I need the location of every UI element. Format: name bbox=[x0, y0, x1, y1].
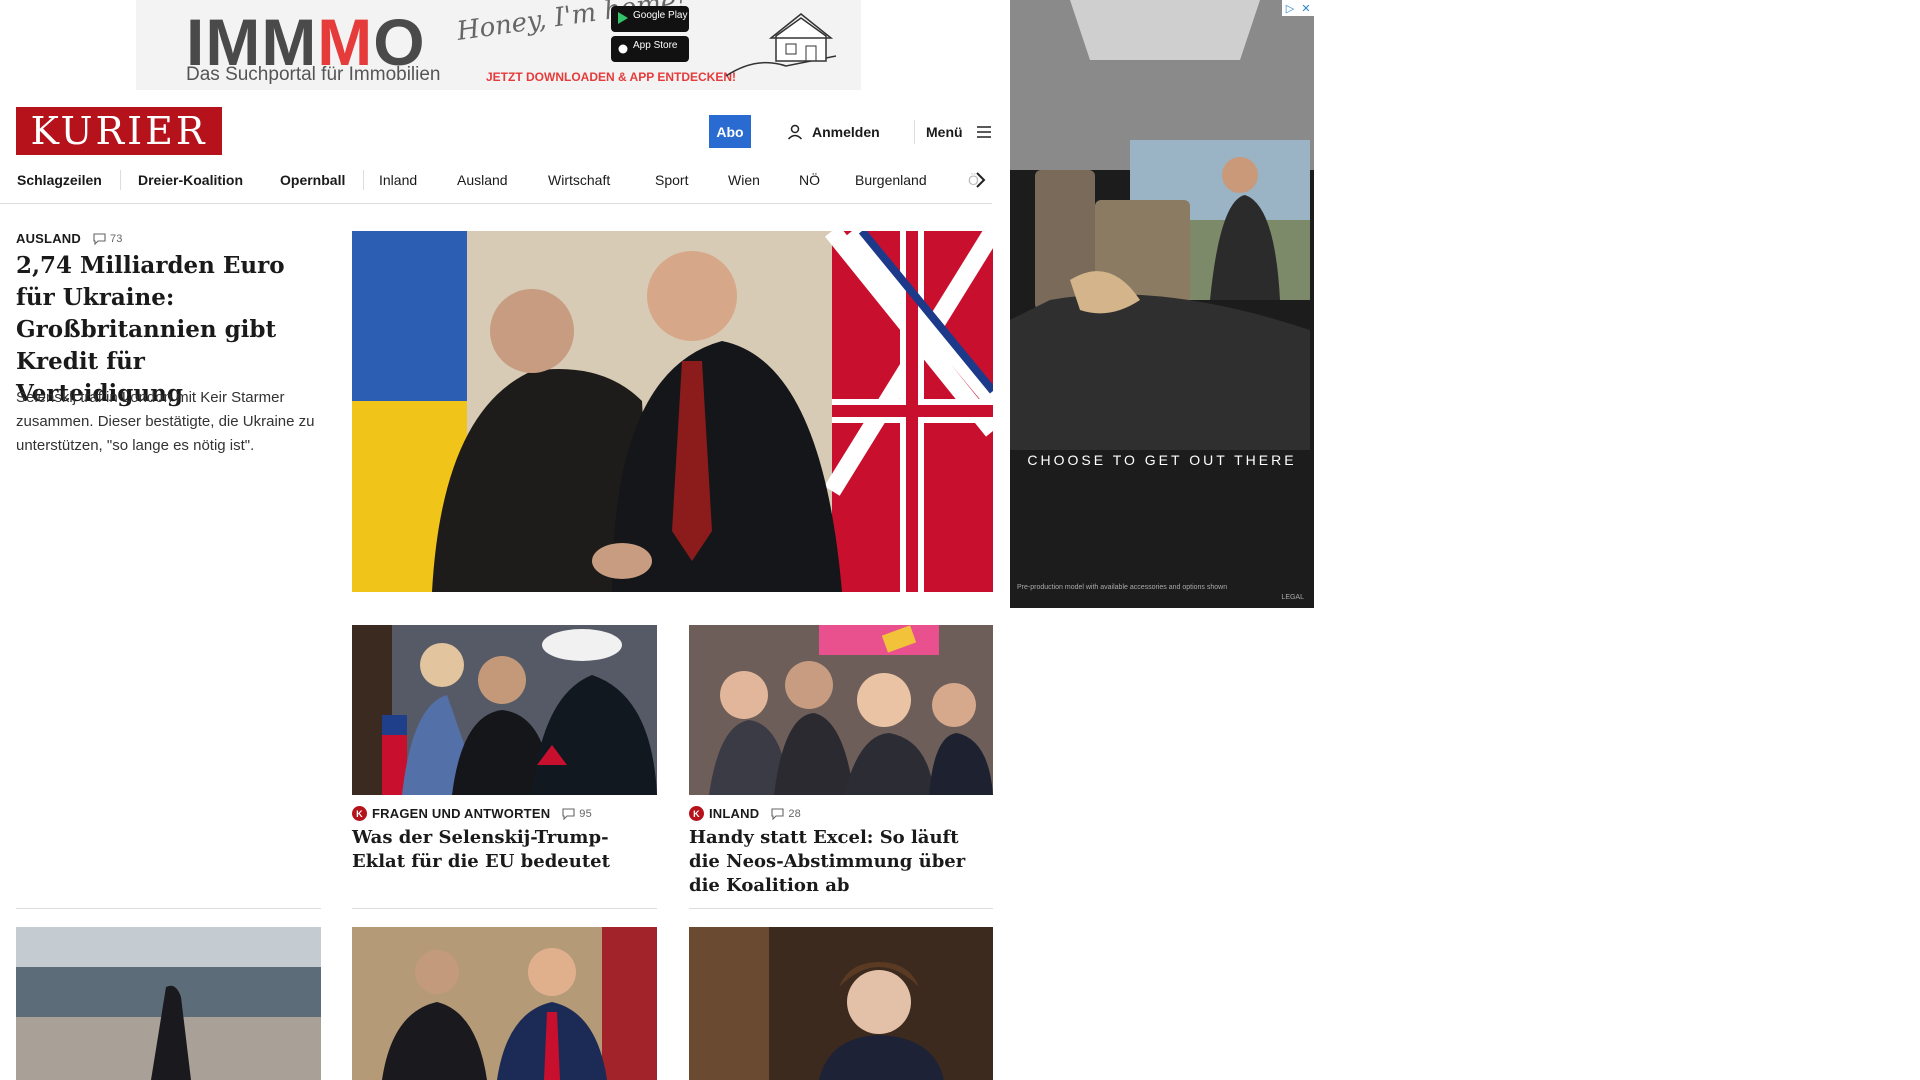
lead-comment-count[interactable]: 73 bbox=[93, 233, 123, 245]
nav-item-dreier-koalition[interactable]: Dreier-Koalition bbox=[138, 172, 243, 188]
ad-legal-link[interactable]: LEGAL bbox=[1281, 594, 1304, 601]
header-divider bbox=[914, 120, 915, 144]
ad-claim: CHOOSE TO GET OUT THERE bbox=[1027, 452, 1297, 468]
lead-hero-image[interactable] bbox=[352, 231, 993, 592]
row-divider bbox=[689, 908, 993, 909]
google-play-badge[interactable]: Google Play bbox=[611, 6, 689, 32]
menu-button[interactable]: Menü bbox=[926, 121, 993, 143]
chevron-right-icon[interactable] bbox=[972, 169, 990, 191]
ad-tagline: Das Suchportal für Immobilien bbox=[186, 64, 441, 85]
card2-comment-count[interactable]: 28 bbox=[771, 808, 801, 820]
card2-headline[interactable]: Handy statt Excel: So läuft die Neos-Abs… bbox=[689, 826, 989, 898]
comment-icon bbox=[93, 232, 106, 245]
ad-choices[interactable]: ▷ ✕ bbox=[1282, 0, 1314, 16]
nav-item-ausland[interactable]: Ausland bbox=[457, 172, 508, 188]
card-image-camp[interactable] bbox=[16, 927, 321, 1080]
nav-item-wien[interactable]: Wien bbox=[728, 172, 760, 188]
apple-icon bbox=[618, 44, 628, 54]
nav-divider bbox=[120, 170, 121, 190]
nav-item-noe[interactable]: NÖ bbox=[799, 172, 820, 188]
house-hand-illustration bbox=[725, 13, 837, 77]
ad-fine-print: Pre-production model with available acce… bbox=[1017, 584, 1228, 591]
card-image-neos-selfie[interactable] bbox=[689, 625, 993, 795]
card1-headline[interactable]: Was der Selenskij-Trump-Eklat für die EU… bbox=[352, 826, 652, 874]
nav-item-schlagzeilen[interactable]: Schlagzeilen bbox=[17, 172, 102, 188]
card1-kicker[interactable]: K FRAGEN UND ANTWORTEN 95 bbox=[352, 806, 592, 821]
hamburger-icon bbox=[976, 126, 991, 138]
card2-kicker[interactable]: K INLAND 28 bbox=[689, 806, 801, 821]
top-ad-banner[interactable]: IMMMO Das Suchportal für Immobilien Hone… bbox=[136, 0, 861, 90]
card-image-trump-selenskij[interactable] bbox=[352, 927, 657, 1080]
lead-section-label: AUSLAND bbox=[16, 231, 81, 246]
comment-icon bbox=[562, 807, 575, 820]
card2-section-label: INLAND bbox=[709, 806, 760, 821]
app-store-badge[interactable]: App Store bbox=[611, 36, 689, 62]
ad-cta: JETZT DOWNLOADEN & APP ENTDECKEN! bbox=[486, 70, 737, 84]
card1-section-label: FRAGEN UND ANTWORTEN bbox=[372, 806, 551, 821]
card-image-selenskij-marine[interactable] bbox=[352, 625, 657, 795]
row-divider bbox=[352, 908, 657, 909]
login-label: Anmelden bbox=[812, 124, 880, 140]
side-ad-banner[interactable]: ▷ ✕ CHOOSE TO GET OUT THERE Pre-producti… bbox=[1010, 0, 1314, 608]
card-image-portrait[interactable] bbox=[689, 927, 993, 1080]
row-divider bbox=[16, 908, 321, 909]
login-button[interactable]: Anmelden bbox=[786, 121, 880, 143]
lead-kicker[interactable]: AUSLAND 73 bbox=[16, 231, 123, 246]
lead-teaser[interactable]: Selenskij traf in London mit Keir Starme… bbox=[16, 386, 326, 458]
kurier-badge-icon: K bbox=[689, 806, 704, 821]
nav-item-opernball[interactable]: Opernball bbox=[280, 172, 345, 188]
close-icon[interactable]: ✕ bbox=[1298, 0, 1314, 16]
kurier-logo[interactable]: KURIER bbox=[16, 107, 222, 155]
ad-info-icon[interactable]: ▷ bbox=[1282, 0, 1298, 16]
nav-item-sport[interactable]: Sport bbox=[655, 172, 688, 188]
comment-icon bbox=[771, 807, 784, 820]
ad-car-interior-image bbox=[1010, 0, 1314, 608]
nav-divider bbox=[363, 170, 364, 190]
nav-item-burgenland[interactable]: Burgenland bbox=[855, 172, 927, 188]
abo-button[interactable]: Abo bbox=[709, 115, 751, 148]
nav-item-wirtschaft[interactable]: Wirtschaft bbox=[548, 172, 610, 188]
user-icon bbox=[787, 124, 803, 140]
card1-comment-count[interactable]: 95 bbox=[562, 808, 592, 820]
play-icon bbox=[618, 12, 628, 24]
nav-item-inland[interactable]: Inland bbox=[379, 172, 417, 188]
menu-label: Menü bbox=[926, 124, 963, 140]
section-nav: Schlagzeilen Dreier-Koalition Opernball … bbox=[0, 166, 992, 204]
kurier-badge-icon: K bbox=[352, 806, 367, 821]
